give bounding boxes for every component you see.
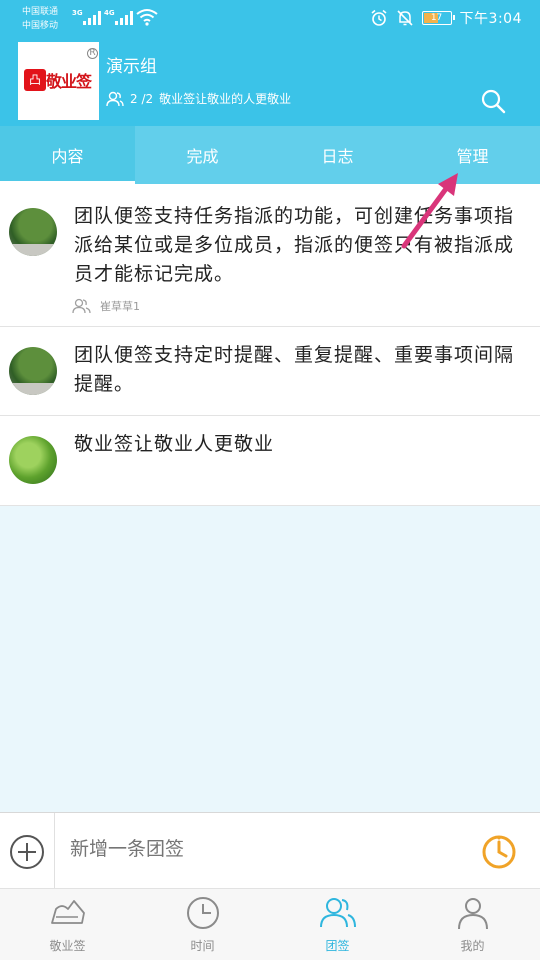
- nav-time[interactable]: 时间: [135, 889, 270, 960]
- group-name: 演示组: [106, 57, 157, 77]
- nav-team[interactable]: 团签: [270, 889, 405, 960]
- member-count: 2 /2: [130, 91, 154, 106]
- alarm-icon: [371, 9, 387, 26]
- avatar[interactable]: [9, 208, 57, 256]
- reminder-clock-icon[interactable]: [480, 833, 518, 871]
- team-icon: [319, 898, 356, 928]
- mute-icon: [396, 10, 413, 26]
- list-item[interactable]: 团队便签支持定时提醒、重复提醒、重要事项间隔提醒。: [0, 327, 540, 416]
- wifi-icon: [136, 9, 158, 26]
- person-icon: [457, 898, 488, 930]
- nav-label: 时间: [190, 939, 215, 953]
- avatar[interactable]: [9, 347, 57, 395]
- search-icon[interactable]: [480, 88, 506, 114]
- nav-notes[interactable]: 敬业签: [0, 889, 135, 960]
- nav-me[interactable]: 我的: [405, 889, 540, 960]
- assignee-icon: [72, 298, 91, 314]
- logo-text: 敬业签: [46, 72, 92, 91]
- composer-bar: [0, 812, 540, 889]
- assignee-row: 崔草草1: [72, 298, 140, 314]
- carrier-info: 中国联通 中国移动: [22, 5, 58, 33]
- brand-mark-icon: 凸: [24, 69, 46, 91]
- battery-icon: 17: [421, 11, 455, 25]
- annotation-arrow-icon: [401, 173, 458, 249]
- carrier-1: 中国联通: [22, 7, 59, 17]
- app-header: 中国联通 中国移动 3G 4G 17 下午3:04 凸 敬业签 R 演示组 2 …: [0, 0, 540, 126]
- nav-label: 我的: [460, 939, 485, 953]
- note-text: 敬业签让敬业人更敬业: [74, 433, 275, 455]
- tab-content[interactable]: 内容: [0, 126, 135, 184]
- bottom-nav: 敬业签 时间 团签 我的: [0, 888, 540, 960]
- tab-log[interactable]: 日志: [270, 126, 405, 184]
- cloud-note-icon: [50, 900, 85, 924]
- assignee-name: 崔草草1: [100, 300, 140, 313]
- group-logo[interactable]: 凸 敬业签 R: [18, 42, 99, 120]
- nav-label: 敬业签: [49, 939, 86, 953]
- group-slogan: 敬业签让敬业的人更敬业: [159, 92, 292, 106]
- tab-completed[interactable]: 完成: [135, 126, 270, 184]
- composer-divider: [54, 813, 55, 889]
- members-icon: [106, 91, 124, 106]
- group-meta: 2 /2 敬业签让敬业的人更敬业: [106, 90, 291, 107]
- list-item[interactable]: 敬业签让敬业人更敬业: [0, 416, 540, 506]
- carrier-2: 中国移动: [22, 21, 59, 31]
- status-time: 下午3:04: [459, 11, 522, 27]
- new-note-input[interactable]: [70, 839, 460, 861]
- note-text: 团队便签支持定时提醒、重复提醒、重要事项间隔提醒。: [74, 344, 515, 395]
- registered-icon: R: [87, 48, 98, 59]
- clock-icon: [186, 897, 219, 929]
- status-bar: 中国联通 中国移动 3G 4G 17 下午3:04: [22, 5, 522, 33]
- avatar[interactable]: [9, 436, 57, 484]
- status-right: 17 下午3:04: [370, 8, 522, 28]
- add-icon[interactable]: [8, 833, 46, 871]
- nav-label: 团签: [325, 939, 350, 953]
